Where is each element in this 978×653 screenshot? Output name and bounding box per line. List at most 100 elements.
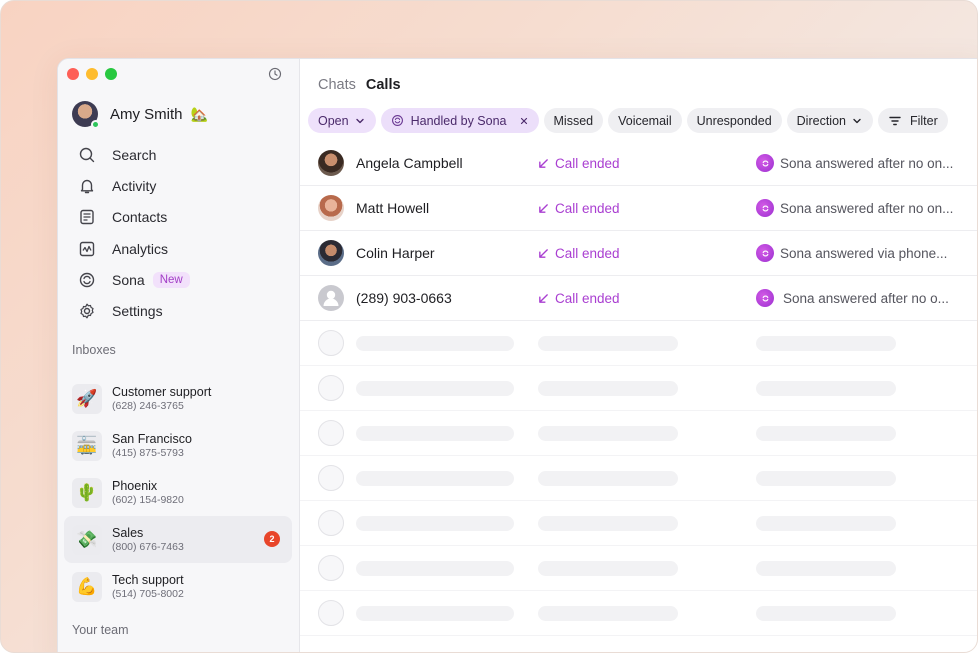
call-summary-text: Sona answered after no o... (783, 290, 949, 306)
inboxes-heading: Inboxes (72, 343, 116, 357)
online-status-dot (91, 120, 100, 129)
inbox-name: San Francisco (112, 432, 192, 446)
call-summary: Sona answered after no on... (756, 154, 953, 172)
loading-placeholder-row (300, 501, 977, 546)
loading-placeholder-row (300, 456, 977, 501)
sidebar-item-sona[interactable]: Sona New (72, 264, 292, 295)
gear-icon (80, 303, 94, 319)
sona-icon (756, 199, 774, 217)
voicemail-filter[interactable]: Voicemail (608, 108, 682, 133)
call-status-text: Call ended (555, 200, 620, 216)
calls-list: Angela Campbell Call ended Sona answered… (300, 141, 977, 636)
placeholder-avatar (318, 375, 344, 401)
app-background: Amy Smith 🏡 Search Activity Contacts Ana… (0, 0, 978, 653)
user-name: Amy Smith (110, 105, 183, 123)
your-team-heading: Your team (72, 623, 129, 637)
chip-label: Unresponded (696, 113, 772, 128)
placeholder-bar (538, 426, 678, 441)
inbox-tech-support[interactable]: 💪 Tech support (514) 705-8002 (64, 563, 292, 610)
chevron-down-icon (853, 118, 861, 123)
call-row[interactable]: Matt Howell Call ended Sona answered aft… (300, 186, 977, 231)
inbox-customer-support[interactable]: 🚀 Customer support (628) 246-3765 (64, 375, 292, 422)
window-controls (67, 68, 117, 80)
sona-icon (756, 289, 774, 307)
inbox-phone: (602) 154-9820 (112, 494, 184, 506)
call-summary: Sona answered after no o... (756, 289, 949, 307)
sidebar-nav: Search Activity Contacts Analytics Sona (72, 139, 292, 327)
placeholder-bar (538, 561, 678, 576)
placeholder-bar (756, 426, 896, 441)
sidebar-item-settings[interactable]: Settings (72, 295, 292, 326)
flexed-arm-icon: 💪 (72, 571, 102, 602)
chip-label: Handled by Sona (410, 113, 507, 128)
avatar (318, 240, 344, 266)
sidebar-item-label: Activity (112, 177, 157, 194)
sidebar-item-label: Analytics (112, 240, 169, 257)
placeholder-bar (356, 471, 514, 486)
close-window-button[interactable] (67, 68, 79, 80)
placeholder-bar (356, 426, 514, 441)
avatar (318, 150, 344, 176)
call-summary-text: Sona answered via phone... (780, 245, 948, 261)
inbox-phone: (800) 676-7463 (112, 541, 184, 553)
missed-filter[interactable]: Missed (543, 108, 604, 133)
inbox-phone: (628) 246-3765 (112, 400, 184, 412)
call-summary: Sona answered via phone... (756, 244, 947, 262)
inbox-phoenix[interactable]: 🌵 Phoenix (602) 154-9820 (64, 469, 292, 516)
sidebar-item-analytics[interactable]: Analytics (72, 233, 292, 264)
placeholder-bar (756, 561, 896, 576)
clock-icon[interactable] (268, 67, 282, 81)
inbox-phone: (415) 875-5793 (112, 447, 184, 459)
filter-icon (889, 116, 901, 125)
tram-icon: 🚋 (72, 430, 102, 461)
inbox-san-francisco[interactable]: 🚋 San Francisco (415) 875-5793 (64, 422, 292, 469)
filter-button[interactable]: Filter (877, 108, 948, 133)
handled-by-sona-filter[interactable]: Handled by Sona (380, 108, 539, 133)
call-status-text: Call ended (555, 245, 620, 261)
call-row[interactable]: Colin Harper Call ended Sona answered vi… (300, 231, 977, 276)
placeholder-bar (756, 516, 896, 531)
loading-placeholder-row (300, 546, 977, 591)
call-summary-text: Sona answered after no on... (780, 200, 954, 216)
inbox-list: 🚀 Customer support (628) 246-3765 🚋 San … (64, 375, 292, 610)
tab-chats[interactable]: Chats (318, 77, 356, 93)
sidebar-item-contacts[interactable]: Contacts (72, 202, 292, 233)
placeholder-bar (756, 606, 896, 621)
search-icon (79, 147, 95, 162)
sona-icon (391, 115, 403, 126)
call-status-text: Call ended (555, 155, 620, 171)
new-badge: New (152, 271, 190, 288)
sidebar-item-activity[interactable]: Activity (72, 170, 292, 201)
chip-label: Filter (909, 113, 938, 128)
minimize-window-button[interactable] (86, 68, 98, 80)
analytics-icon (79, 241, 95, 256)
tab-calls[interactable]: Calls (366, 77, 401, 93)
maximize-window-button[interactable] (105, 68, 117, 80)
inbox-name: Phoenix (112, 479, 158, 493)
placeholder-avatar (318, 465, 344, 491)
call-row[interactable]: Angela Campbell Call ended Sona answered… (300, 141, 977, 186)
call-row[interactable]: (289) 903-0663 Call ended Sona answered … (300, 276, 977, 321)
open-filter-dropdown[interactable]: Open (308, 108, 376, 133)
inbox-name: Customer support (112, 385, 212, 399)
main-panel: Chats Calls Open Handled by Sona Missed … (300, 59, 977, 652)
placeholder-bar (538, 381, 678, 396)
direction-filter-dropdown[interactable]: Direction (786, 108, 873, 133)
rocket-icon: 🚀 (72, 383, 102, 414)
placeholder-bar (356, 381, 514, 396)
user-profile[interactable]: Amy Smith 🏡 (72, 101, 208, 129)
avatar (318, 195, 344, 221)
inbox-phone: (514) 705-8002 (112, 588, 184, 600)
sona-icon (79, 272, 95, 288)
unresponded-filter[interactable]: Unresponded (686, 108, 782, 133)
contacts-icon (80, 210, 94, 225)
filter-bar: Open Handled by Sona Missed Voicemail Un… (308, 108, 948, 133)
inbox-name: Tech support (112, 573, 184, 587)
close-icon[interactable] (519, 116, 529, 126)
bell-icon (80, 179, 94, 194)
sidebar-item-search[interactable]: Search (72, 139, 292, 170)
tab-bar: Chats Calls (318, 77, 401, 93)
chip-label: Voicemail (618, 113, 672, 128)
placeholder-bar (756, 336, 896, 351)
inbox-sales[interactable]: 💸 Sales (800) 676-7463 2 (64, 516, 292, 563)
